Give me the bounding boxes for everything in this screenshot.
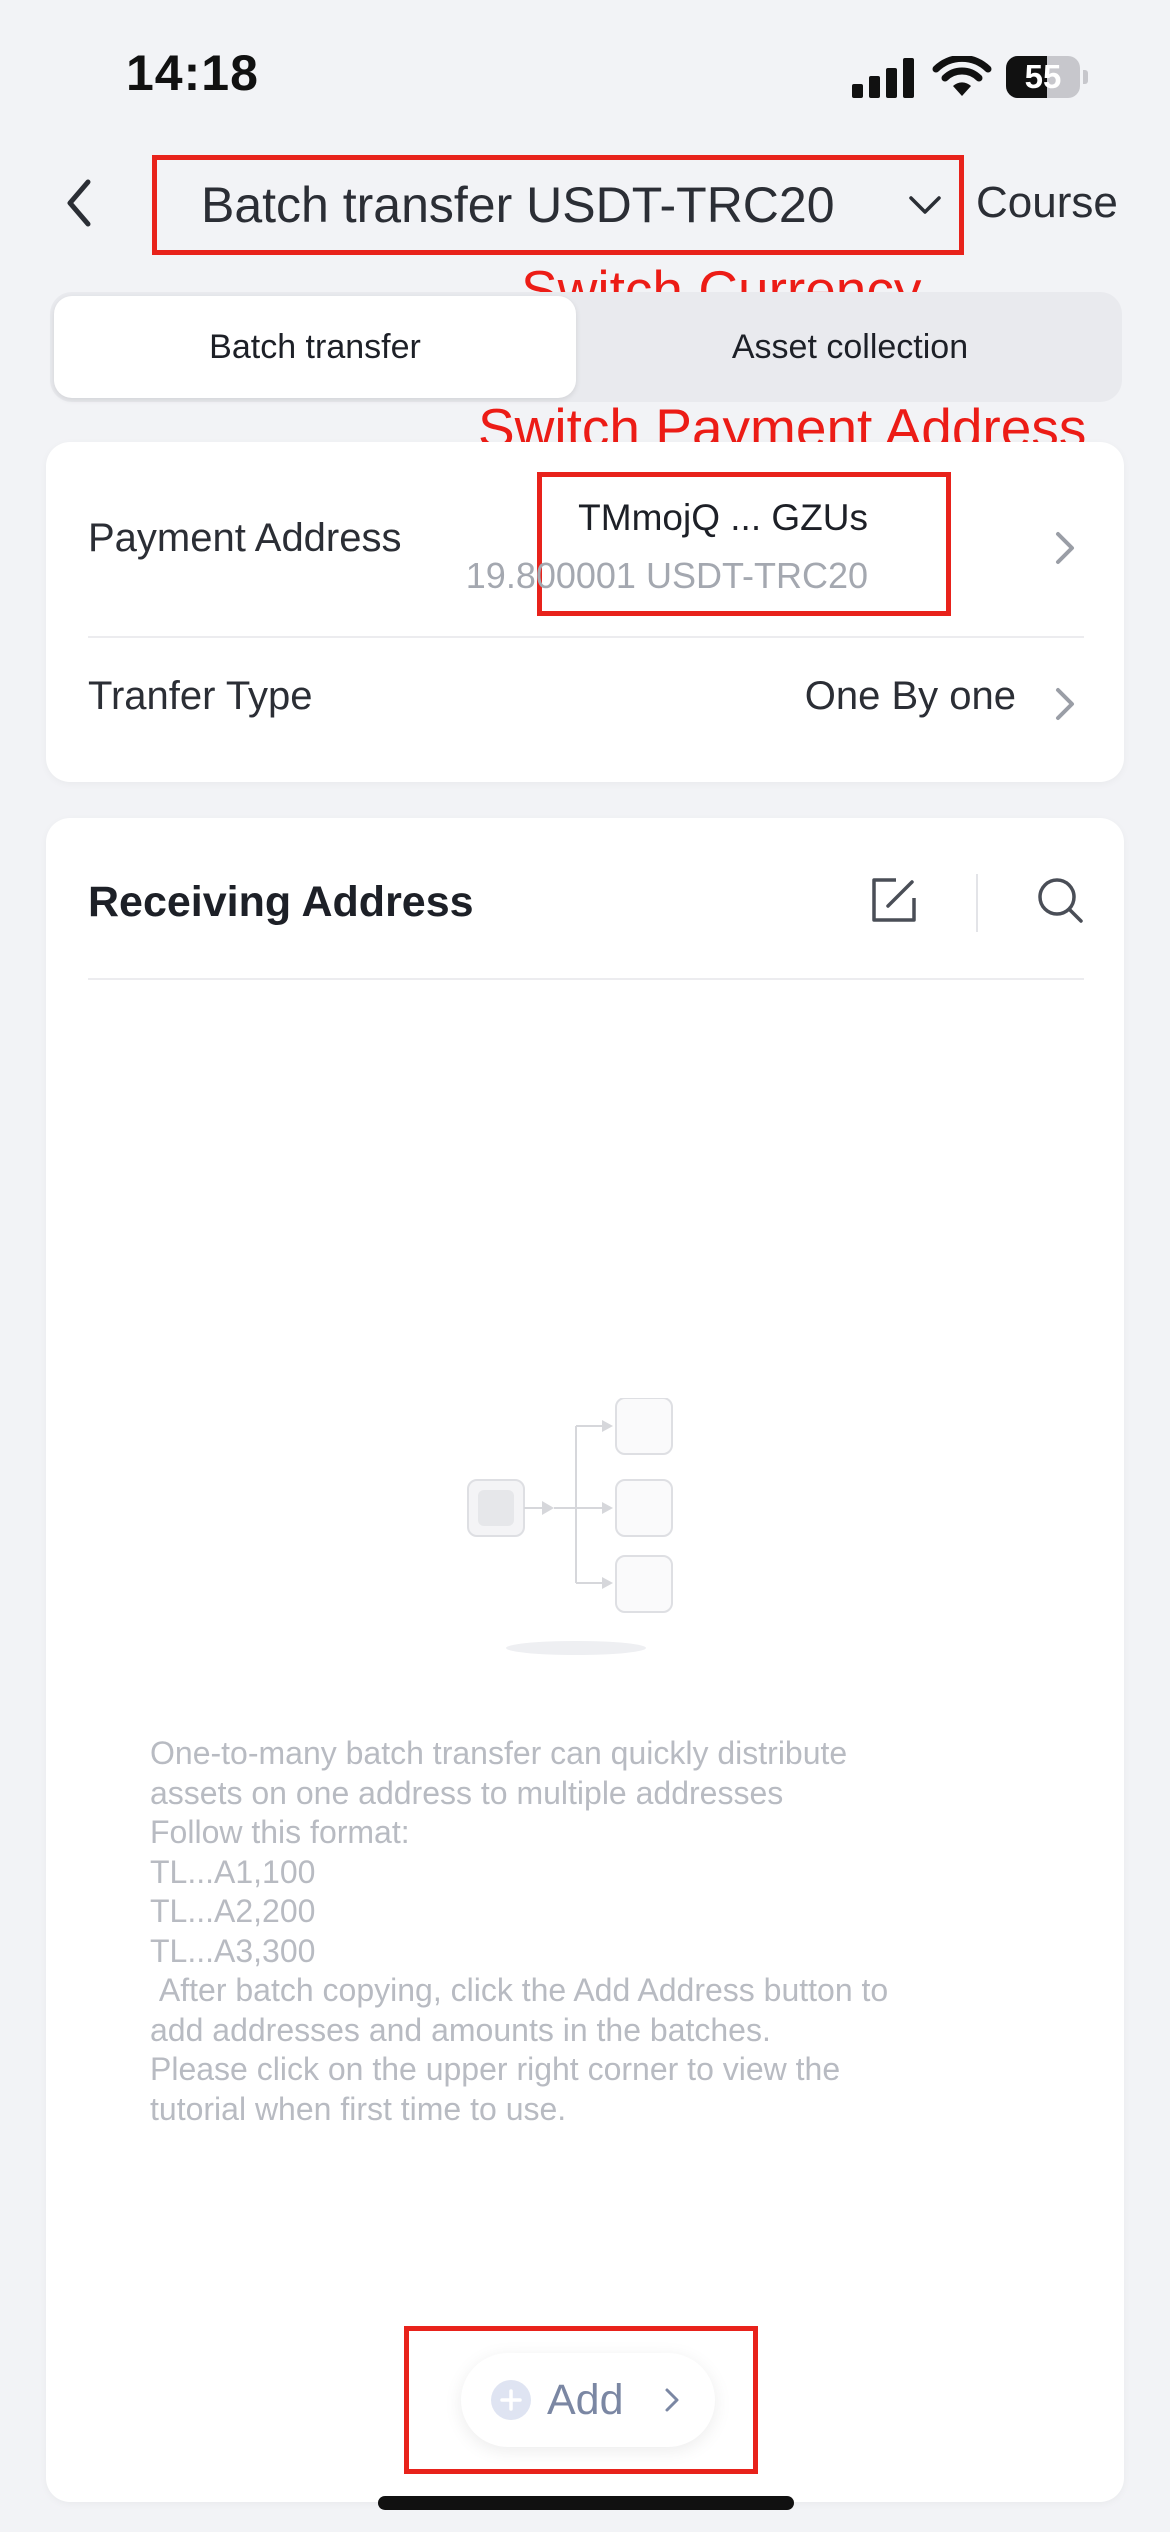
status-time: 14:18 [126, 45, 259, 101]
chevron-right-icon[interactable] [1048, 680, 1082, 728]
tab-asset-collection[interactable]: Asset collection [582, 296, 1118, 398]
wifi-icon [932, 56, 992, 96]
home-indicator[interactable] [378, 2496, 794, 2510]
battery-icon: 55 [1006, 56, 1088, 98]
receiving-address-card: Receiving Address One-to-many batch tran… [46, 818, 1124, 2502]
page-title: Batch transfer USDT-TRC20 [201, 177, 835, 233]
chevron-right-icon [665, 2388, 679, 2412]
edit-icon[interactable] [866, 872, 922, 928]
transfer-type-label: Tranfer Type [88, 674, 313, 718]
add-button-label: Add [547, 2376, 624, 2424]
transfer-type-value[interactable]: One By one [805, 674, 1016, 719]
batch-transfer-illustration-icon [467, 1398, 673, 1655]
battery-level: 55 [1024, 58, 1062, 95]
empty-state-hint: One-to-many batch transfer can quickly d… [150, 1735, 889, 2127]
plus-icon [491, 2380, 531, 2420]
divider [88, 978, 1084, 980]
payment-address-value: TMmojQ ... GZUs [578, 497, 868, 538]
tab-batch-transfer[interactable]: Batch transfer [54, 296, 576, 398]
payment-card: Payment Address TMmojQ ... GZUs 19.80000… [46, 442, 1124, 782]
signal-icon [852, 58, 914, 98]
add-button[interactable]: Add [461, 2353, 715, 2447]
payment-address-label: Payment Address [88, 516, 402, 560]
course-link[interactable]: Course [976, 178, 1118, 228]
payment-address-selector[interactable]: TMmojQ ... GZUs 19.800001 USDT-TRC20 [466, 472, 951, 616]
currency-switcher[interactable]: Batch transfer USDT-TRC20 [152, 155, 964, 255]
payment-balance: 19.800001 USDT-TRC20 [465, 555, 868, 596]
chevron-down-icon [909, 196, 941, 214]
add-button-highlight: Add [404, 2326, 758, 2474]
receiving-address-title: Receiving Address [88, 878, 474, 926]
search-icon[interactable] [1034, 874, 1086, 926]
divider [88, 636, 1084, 638]
back-arrow-icon[interactable] [48, 168, 118, 238]
chevron-right-icon[interactable] [1048, 524, 1082, 572]
transfer-mode-tabs: Batch transfer Asset collection [50, 292, 1122, 402]
toolbar-separator [976, 874, 978, 932]
